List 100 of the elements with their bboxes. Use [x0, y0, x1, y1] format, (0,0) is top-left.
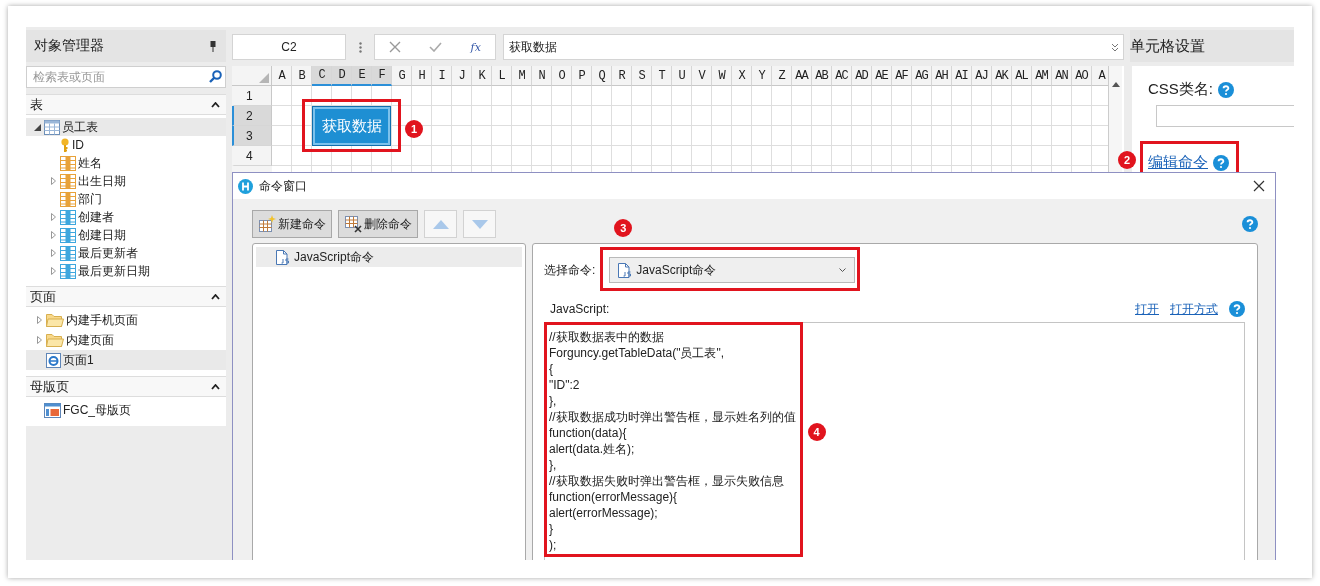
get-data-button[interactable]: 获取数据	[312, 106, 391, 146]
column-header[interactable]: AJ	[972, 66, 992, 86]
column-header[interactable]: O	[552, 66, 572, 86]
column-header[interactable]: AH	[932, 66, 952, 86]
column-header[interactable]: AG	[912, 66, 932, 86]
open-link[interactable]: 打开方式	[1170, 300, 1218, 318]
pin-icon[interactable]	[210, 40, 216, 52]
scroll-up-icon[interactable]	[1111, 82, 1120, 87]
column-header[interactable]: F	[372, 66, 392, 86]
column-header[interactable]: AD	[852, 66, 872, 86]
code-editor[interactable]: //获取数据表中的数据 Forguncy.getTableData("员工表", { "ID":2 }, //获取数据成功时弹出警告框，显示姓名列的值 function(data){ alert(data.姓名); }, //获取数据失败时弹出警告框，显示失败信息 function(errorMessage){ alert(errorMessage); } ); 4	[544, 322, 1245, 560]
column-header[interactable]: P	[572, 66, 592, 86]
tree-item[interactable]: 创建者	[26, 208, 226, 226]
tree-item[interactable]: 页面1	[26, 350, 226, 370]
caret-up-icon[interactable]	[211, 101, 220, 108]
column-header[interactable]: I	[432, 66, 452, 86]
column-header[interactable]: R	[612, 66, 632, 86]
column-header[interactable]: A	[272, 66, 292, 86]
tree-item[interactable]: ID	[26, 136, 226, 154]
column-header[interactable]: Y	[752, 66, 772, 86]
select-all-icon[interactable]	[259, 73, 269, 83]
collapsed-triangle-icon[interactable]	[36, 336, 42, 344]
command-dropdown[interactable]: JavaScript命令	[609, 257, 856, 283]
drag-handle-icon[interactable]	[358, 41, 362, 53]
tree-item[interactable]: 出生日期	[26, 172, 226, 190]
tree-item[interactable]: 内建页面	[26, 330, 226, 350]
row-header[interactable]: 3	[232, 126, 272, 146]
column-header[interactable]: B	[292, 66, 312, 86]
column-header[interactable]: V	[692, 66, 712, 86]
column-header[interactable]: AF	[892, 66, 912, 86]
column-header[interactable]: AM	[1032, 66, 1052, 86]
chevron-down-icon[interactable]	[839, 268, 847, 272]
tree-item[interactable]: 姓名	[26, 154, 226, 172]
column-header[interactable]: L	[492, 66, 512, 86]
cancel-icon[interactable]	[389, 41, 402, 53]
edit-command-link[interactable]: 编辑命令	[1148, 153, 1208, 172]
collapsed-triangle-icon[interactable]	[50, 213, 56, 221]
help-icon[interactable]	[1213, 154, 1229, 171]
expand-chevron-icon[interactable]	[1111, 42, 1119, 52]
section-header[interactable]: 表	[26, 94, 226, 115]
column-header[interactable]: AN	[1052, 66, 1072, 86]
collapsed-triangle-icon[interactable]	[50, 231, 56, 239]
tree-item[interactable]: 最后更新日期	[26, 262, 226, 280]
column-header[interactable]: D	[332, 66, 352, 86]
column-header[interactable]: AE	[872, 66, 892, 86]
row-header[interactable]: 2	[232, 106, 272, 126]
collapsed-triangle-icon[interactable]	[50, 267, 56, 275]
column-header[interactable]: AI	[952, 66, 972, 86]
tree-item[interactable]: 创建日期	[26, 226, 226, 244]
formula-field[interactable]: 获取数据	[503, 34, 1124, 60]
css-class-field[interactable]	[1156, 105, 1294, 127]
delete-command-button[interactable]: 删除命令	[338, 210, 418, 238]
tree-item[interactable]: 员工表	[26, 118, 226, 136]
column-header[interactable]: H	[412, 66, 432, 86]
column-header[interactable]: G	[392, 66, 412, 86]
help-icon[interactable]	[1229, 301, 1245, 317]
row-header[interactable]: 1	[232, 86, 272, 106]
collapsed-triangle-icon[interactable]	[50, 177, 56, 185]
column-header[interactable]: AK	[992, 66, 1012, 86]
column-header[interactable]: AB	[812, 66, 832, 86]
tree-item[interactable]: 最后更新者	[26, 244, 226, 262]
column-header[interactable]: X	[732, 66, 752, 86]
caret-up-icon[interactable]	[211, 383, 220, 390]
css-class-label: CSS类名:	[1148, 80, 1213, 99]
expanded-triangle-icon[interactable]	[33, 123, 41, 131]
column-header[interactable]: Z	[772, 66, 792, 86]
help-icon[interactable]	[1242, 216, 1258, 232]
column-header[interactable]: S	[632, 66, 652, 86]
search-field[interactable]: 检索表或页面	[26, 66, 226, 88]
tree-item[interactable]: 部门	[26, 190, 226, 208]
column-header[interactable]: M	[512, 66, 532, 86]
column-header[interactable]: U	[672, 66, 692, 86]
section-header[interactable]: 页面	[26, 286, 226, 307]
column-header[interactable]: AC	[832, 66, 852, 86]
close-button[interactable]	[1253, 180, 1265, 192]
open-link[interactable]: 打开	[1135, 300, 1159, 318]
command-item[interactable]: JavaScript命令	[256, 247, 522, 267]
column-header[interactable]: N	[532, 66, 552, 86]
column-header[interactable]: AL	[1012, 66, 1032, 86]
tree-item[interactable]: 内建手机页面	[26, 310, 226, 330]
confirm-icon[interactable]	[429, 42, 443, 52]
caret-up-icon[interactable]	[211, 293, 220, 300]
column-header[interactable]: W	[712, 66, 732, 86]
column-header[interactable]: E	[352, 66, 372, 86]
collapsed-triangle-icon[interactable]	[50, 249, 56, 257]
new-command-button[interactable]: 新建命令	[252, 210, 332, 238]
column-header[interactable]: T	[652, 66, 672, 86]
column-header[interactable]: AA	[792, 66, 812, 86]
search-icon[interactable]	[209, 70, 222, 83]
column-header[interactable]: J	[452, 66, 472, 86]
section-header[interactable]: 母版页	[26, 376, 226, 397]
column-header[interactable]: Q	[592, 66, 612, 86]
help-icon[interactable]	[1218, 81, 1234, 98]
column-header[interactable]: C	[312, 66, 332, 86]
row-header[interactable]: 4	[232, 146, 272, 166]
column-header[interactable]: AO	[1072, 66, 1092, 86]
collapsed-triangle-icon[interactable]	[36, 316, 42, 324]
column-header[interactable]: K	[472, 66, 492, 86]
cell-reference-field[interactable]: C2	[232, 34, 346, 60]
insert-function-button[interactable]: fx	[470, 40, 481, 54]
